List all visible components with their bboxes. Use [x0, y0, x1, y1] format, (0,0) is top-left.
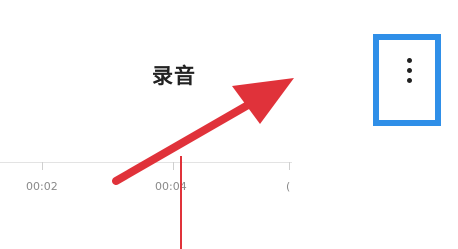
recorder-screen: 录音 00:02 00:04 (: [0, 0, 458, 249]
arrow-head: [232, 78, 294, 124]
more-vertical-icon[interactable]: [407, 58, 413, 84]
timeline-label: (: [286, 180, 291, 193]
dot-icon: [407, 58, 412, 63]
timeline-tick: [42, 162, 43, 170]
more-options-button[interactable]: [373, 34, 441, 126]
timeline-tick: [289, 162, 290, 170]
timeline-baseline: [0, 162, 292, 163]
timeline-tick: [173, 162, 174, 170]
page-title: 录音: [152, 64, 196, 88]
dot-icon: [407, 78, 412, 83]
dot-icon: [407, 68, 412, 73]
playhead-line[interactable]: [180, 156, 182, 249]
recording-timeline[interactable]: 00:02 00:04 (: [0, 156, 292, 249]
timeline-label: 00:02: [26, 180, 58, 193]
